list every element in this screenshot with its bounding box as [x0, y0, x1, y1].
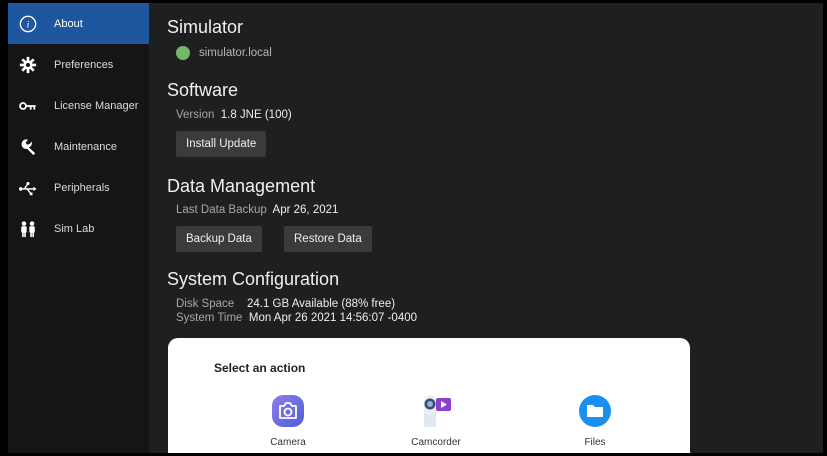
usb-icon	[18, 178, 38, 198]
backup-value: Apr 26, 2021	[272, 204, 339, 216]
disk-space-value: 24.1 GB Available (88% free)	[246, 298, 396, 310]
backup-data-button[interactable]: Backup Data	[176, 226, 262, 252]
sidebar-item-preferences[interactable]: Preferences	[8, 44, 149, 85]
sidebar-item-maintenance[interactable]: Maintenance	[8, 126, 149, 167]
simulator-host: simulator.local	[199, 47, 272, 60]
sidebar-item-label: License Manager	[54, 99, 139, 112]
system-time-row: System Time Mon Apr 26 2021 14:56:07 -04…	[176, 312, 417, 324]
app-option-camera[interactable]: Camera	[248, 393, 328, 448]
app-option-files[interactable]: Files	[555, 393, 635, 448]
camera-icon	[270, 393, 306, 429]
restore-data-button[interactable]: Restore Data	[284, 226, 372, 252]
backup-label: Last Data Backup	[176, 204, 267, 216]
people-icon	[18, 219, 38, 239]
version-row: Version 1.8 JNE (100)	[176, 109, 292, 121]
app-option-camcorder[interactable]: Camcorder	[396, 393, 476, 448]
camcorder-icon	[418, 393, 454, 429]
wrench-icon	[18, 137, 38, 157]
section-heading-software: Software	[167, 80, 239, 100]
disk-space-row: Disk Space 24.1 GB Available (88% free)	[176, 298, 395, 310]
action-sheet-title: Select an action	[214, 361, 306, 375]
backup-row: Last Data Backup Apr 26, 2021	[176, 204, 338, 216]
app-label: Camcorder	[411, 437, 461, 448]
simulator-host-row: simulator.local	[176, 46, 272, 60]
section-heading-data-management: Data Management	[167, 176, 316, 196]
section-heading-system-configuration: System Configuration	[167, 269, 340, 289]
sidebar-item-peripherals[interactable]: Peripherals	[8, 167, 149, 208]
app-window: i About Preferences License Manager Main…	[8, 3, 823, 453]
sidebar-item-label: Sim Lab	[54, 222, 95, 235]
folder-icon	[577, 393, 613, 429]
disk-space-label: Disk Space	[176, 298, 235, 310]
action-sheet: Select an action Camera Camcorder Files	[168, 338, 690, 453]
app-label: Files	[584, 437, 606, 448]
key-icon	[18, 96, 38, 116]
app-label: Camera	[270, 437, 306, 448]
svg-text:i: i	[27, 19, 30, 30]
sidebar-item-label: Preferences	[54, 58, 114, 71]
sidebar-item-label: Peripherals	[54, 181, 110, 194]
sidebar-item-about[interactable]: i About	[8, 3, 149, 44]
section-heading-simulator: Simulator	[167, 17, 244, 37]
version-label: Version	[176, 109, 215, 121]
install-update-button[interactable]: Install Update	[176, 131, 267, 157]
sidebar: i About Preferences License Manager Main…	[8, 3, 149, 453]
system-time-label: System Time	[176, 312, 243, 324]
sidebar-item-label: About	[54, 17, 83, 30]
status-dot	[176, 46, 190, 60]
gear-icon	[18, 55, 38, 75]
info-icon: i	[18, 14, 38, 34]
sidebar-item-label: Maintenance	[54, 140, 117, 153]
sidebar-item-sim-lab[interactable]: Sim Lab	[8, 208, 149, 249]
sidebar-item-license-manager[interactable]: License Manager	[8, 85, 149, 126]
system-time-value: Mon Apr 26 2021 14:56:07 -0400	[248, 312, 418, 324]
version-value: 1.8 JNE (100)	[220, 109, 292, 121]
